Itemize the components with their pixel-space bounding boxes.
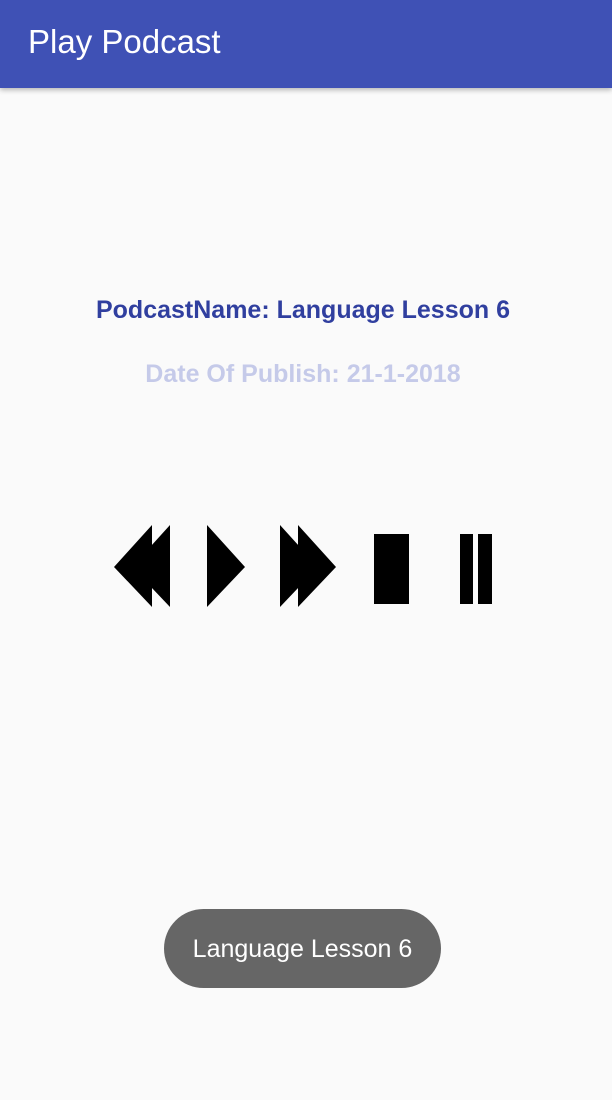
app-bar: Play Podcast xyxy=(0,0,612,88)
rewind-button[interactable] xyxy=(114,520,172,610)
play-icon xyxy=(207,525,245,607)
podcast-name-label: PodcastName: Language Lesson 6 xyxy=(95,296,510,324)
toast-message: Language Lesson 6 xyxy=(164,909,441,988)
pause-button[interactable] xyxy=(459,520,495,610)
stop-button[interactable] xyxy=(373,520,411,610)
publish-date-label: Date Of Publish: 21-1-2018 xyxy=(145,360,461,388)
stop-icon xyxy=(374,534,409,604)
play-button[interactable] xyxy=(206,520,246,610)
fast-forward-button[interactable] xyxy=(280,520,338,610)
toast-text: Language Lesson 6 xyxy=(192,934,413,963)
pause-icon xyxy=(460,534,492,604)
fast-forward-icon xyxy=(280,525,336,607)
rewind-icon xyxy=(114,525,170,607)
app-title: Play Podcast xyxy=(28,23,221,60)
